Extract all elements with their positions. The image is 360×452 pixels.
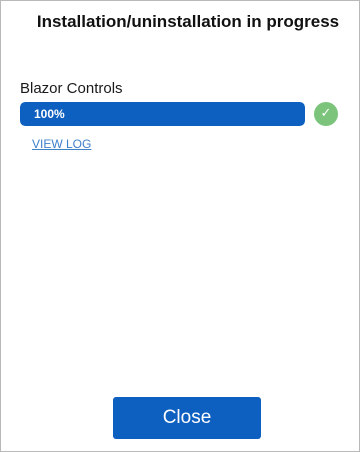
- checkmark-icon: ✓: [314, 102, 338, 126]
- install-progress-dialog: Installation/uninstallation in progress …: [0, 0, 360, 452]
- dialog-title: Installation/uninstallation in progress: [36, 12, 340, 31]
- view-log-link[interactable]: VIEW LOG: [32, 137, 91, 151]
- progress-bar: 100%: [20, 102, 305, 126]
- close-button[interactable]: Close: [113, 397, 261, 439]
- progress-percent: 100%: [34, 107, 65, 121]
- product-name: Blazor Controls: [20, 80, 123, 97]
